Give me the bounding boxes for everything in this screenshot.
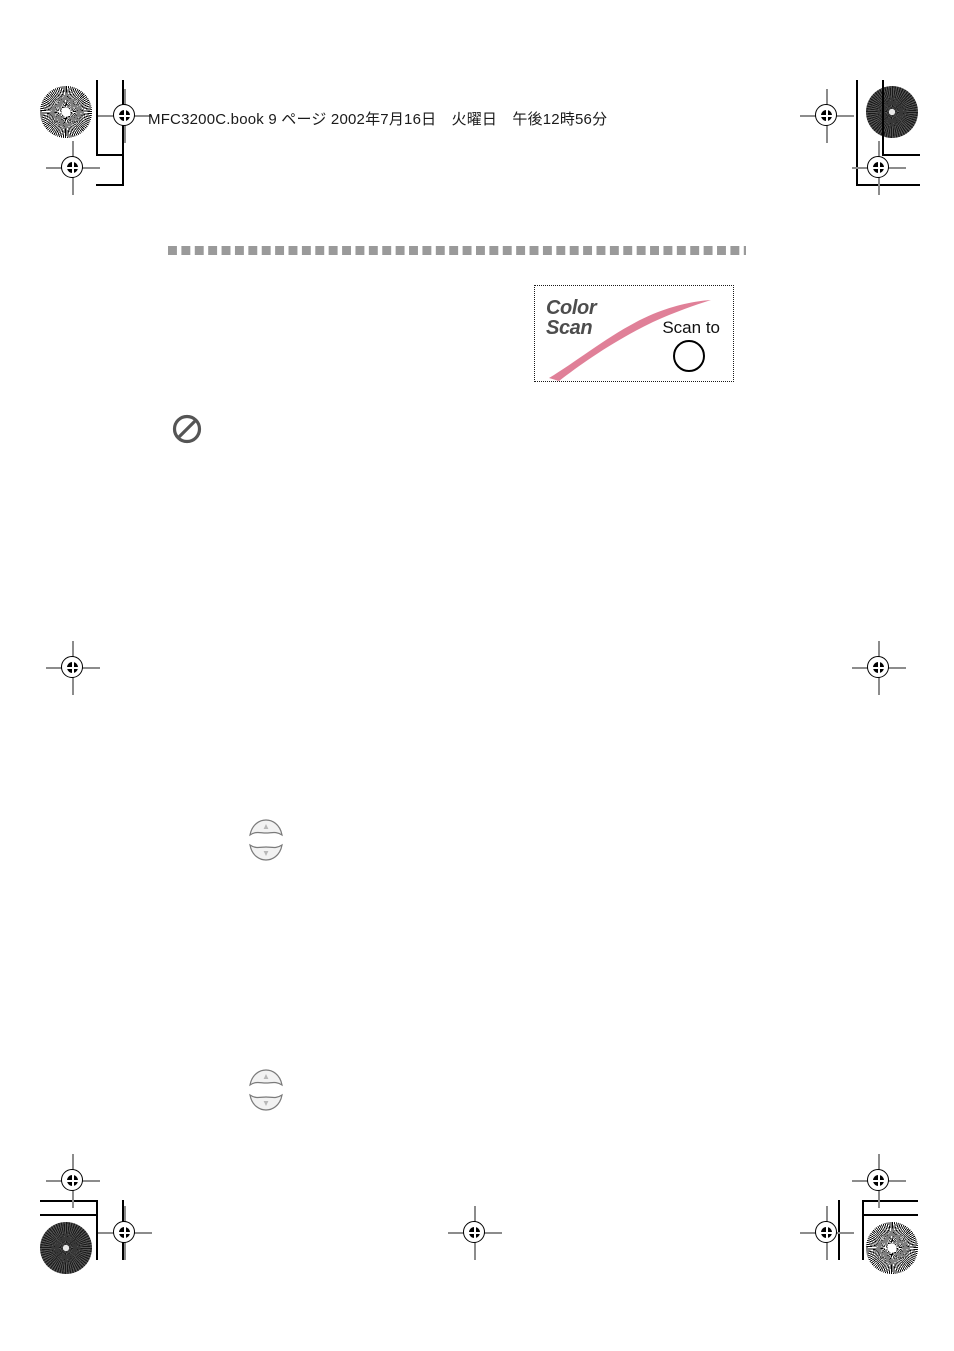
registration-target-mid-right <box>852 641 906 695</box>
navigation-up-key <box>249 1069 283 1087</box>
logo-line-scan: Scan <box>546 317 593 339</box>
halftone-starburst-light-bottom-right <box>866 1222 918 1274</box>
registration-target-top-right-outer <box>800 89 854 143</box>
registration-target-top-left-inner <box>98 89 152 143</box>
registration-target-bottom-center <box>448 1206 502 1260</box>
scan-to-button[interactable] <box>673 340 705 372</box>
logo-line-color: Color <box>546 297 597 319</box>
registration-target-mid-left <box>46 641 100 695</box>
color-scan-wordmark: Color Scan <box>546 297 597 339</box>
section-divider <box>168 246 746 255</box>
navigation-down-key <box>249 843 283 861</box>
navigation-keys-upper <box>246 818 286 866</box>
navigation-keys-lower <box>246 1068 286 1116</box>
navigation-up-key <box>249 819 283 837</box>
registration-target-top-left-outer <box>46 141 100 195</box>
navigation-down-key <box>249 1093 283 1111</box>
scan-to-label: Scan to <box>662 318 720 337</box>
registration-target-bottom-left-outer <box>46 1154 100 1208</box>
registration-target-bottom-right-outer <box>800 1206 854 1260</box>
page-proof-canvas: MFC3200C.book 9 ページ 2002年7月16日 火曜日 午後12時… <box>0 0 954 1351</box>
registration-target-bottom-right-inner <box>852 1154 906 1208</box>
halftone-starburst-dark-bottom-left <box>40 1222 92 1274</box>
color-scan-logo-box: Color Scan Scan to <box>534 285 734 382</box>
page-header-text: MFC3200C.book 9 ページ 2002年7月16日 火曜日 午後12時… <box>148 111 608 128</box>
halftone-starburst-light-top-left <box>40 86 92 138</box>
no-entry-icon <box>172 414 202 444</box>
registration-target-top-right-inner <box>852 141 906 195</box>
registration-target-bottom-left-inner <box>98 1206 152 1260</box>
